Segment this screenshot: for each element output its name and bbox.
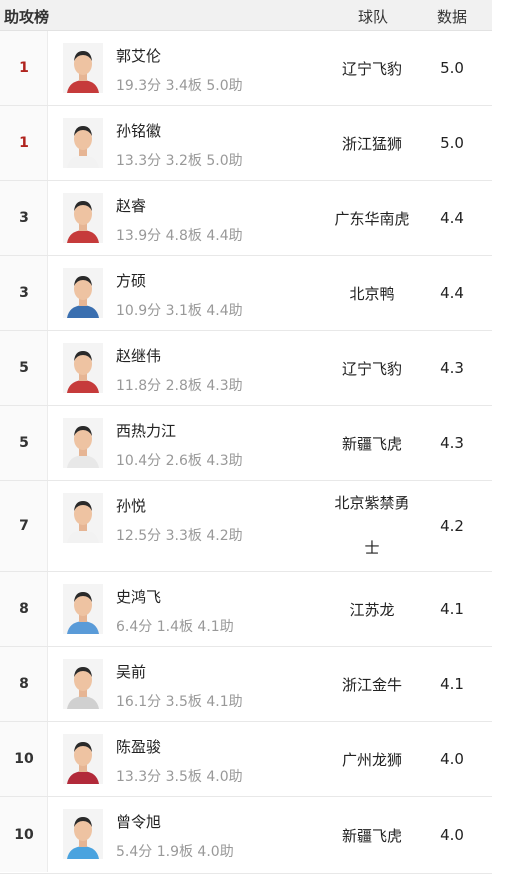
rank-number: 5 bbox=[19, 359, 29, 376]
player-stats: 16.1分 3.5板 4.1助 bbox=[116, 694, 243, 710]
rank-number: 8 bbox=[19, 600, 29, 617]
rank-number: 3 bbox=[19, 209, 29, 226]
player-avatar[interactable] bbox=[63, 809, 103, 859]
player-stats: 13.3分 3.2板 5.0助 bbox=[116, 153, 243, 169]
assist-value: 4.3 bbox=[440, 433, 464, 452]
rank-number: 10 bbox=[14, 750, 34, 767]
assist-value: 4.1 bbox=[440, 599, 464, 618]
table-header: 助攻榜 球队 数据 bbox=[0, 0, 492, 31]
player-stats: 6.4分 1.4板 4.1助 bbox=[116, 619, 234, 635]
rank-number: 1 bbox=[19, 59, 29, 76]
assist-value: 4.1 bbox=[440, 674, 464, 693]
assist-value: 4.0 bbox=[440, 825, 464, 844]
player-stats: 12.5分 3.3板 4.2助 bbox=[116, 528, 243, 544]
table-row[interactable]: 8 史鸿飞 6.4分 1.4板 4.1助 江苏龙 4.1 bbox=[0, 572, 492, 647]
table-row[interactable]: 7 孙悦 12.5分 3.3板 4.2助 北京紫禁勇士 4.2 bbox=[0, 481, 492, 572]
rank-number: 1 bbox=[19, 134, 29, 151]
table-row[interactable]: 10 陈盈骏 13.3分 3.5板 4.0助 广州龙狮 4.0 bbox=[0, 722, 492, 797]
table-row[interactable]: 1 孙铭徽 13.3分 3.2板 5.0助 浙江猛狮 5.0 bbox=[0, 106, 492, 181]
player-avatar[interactable] bbox=[63, 659, 103, 709]
player-name[interactable]: 方硕 bbox=[116, 270, 146, 291]
team-name[interactable]: 辽宁飞豹 bbox=[328, 47, 416, 92]
team-name[interactable]: 新疆飞虎 bbox=[328, 422, 416, 467]
player-name[interactable]: 史鸿飞 bbox=[116, 586, 161, 607]
player-stats: 5.4分 1.9板 4.0助 bbox=[116, 844, 234, 860]
player-name[interactable]: 曾令旭 bbox=[116, 811, 161, 832]
player-avatar[interactable] bbox=[63, 118, 103, 168]
leaderboard-title: 助攻榜 bbox=[4, 8, 50, 26]
rank-number: 10 bbox=[14, 826, 34, 843]
assist-value: 4.0 bbox=[440, 749, 464, 768]
team-name[interactable]: 广东华南虎 bbox=[328, 197, 416, 242]
team-name[interactable]: 浙江猛狮 bbox=[328, 122, 416, 167]
team-column-header[interactable]: 球队 bbox=[358, 6, 388, 27]
assist-value: 4.4 bbox=[440, 283, 464, 302]
table-row[interactable]: 5 赵继伟 11.8分 2.8板 4.3助 辽宁飞豹 4.3 bbox=[0, 331, 492, 406]
player-stats: 10.9分 3.1板 4.4助 bbox=[116, 303, 243, 319]
player-name[interactable]: 孙悦 bbox=[116, 495, 146, 516]
player-list: 1 郭艾伦 19.3分 3.4板 5.0助 辽宁飞豹 5.0 1 孙铭徽 13.3分 3.2板… bbox=[0, 31, 492, 874]
player-avatar[interactable] bbox=[63, 268, 103, 318]
assist-leaderboard: 助攻榜 球队 数据 1 郭艾伦 19.3分 3.4板 5.0助 辽宁飞豹 5.0 1 孙铭徽… bbox=[0, 0, 492, 874]
player-avatar[interactable] bbox=[63, 43, 103, 93]
player-name[interactable]: 西热力江 bbox=[116, 420, 176, 441]
rank-number: 8 bbox=[19, 675, 29, 692]
table-row[interactable]: 1 郭艾伦 19.3分 3.4板 5.0助 辽宁飞豹 5.0 bbox=[0, 31, 492, 106]
table-row[interactable]: 8 吴前 16.1分 3.5板 4.1助 浙江金牛 4.1 bbox=[0, 647, 492, 722]
team-name[interactable]: 北京鸭 bbox=[328, 272, 416, 317]
team-name[interactable]: 北京紫禁勇士 bbox=[328, 481, 416, 571]
rank-number: 7 bbox=[19, 517, 29, 534]
assist-value: 5.0 bbox=[440, 58, 464, 77]
player-name[interactable]: 陈盈骏 bbox=[116, 736, 161, 757]
player-avatar[interactable] bbox=[63, 418, 103, 468]
player-name[interactable]: 郭艾伦 bbox=[116, 45, 161, 66]
team-name[interactable]: 江苏龙 bbox=[328, 588, 416, 633]
player-avatar[interactable] bbox=[63, 493, 103, 543]
player-stats: 13.3分 3.5板 4.0助 bbox=[116, 769, 243, 785]
assist-value: 5.0 bbox=[440, 133, 464, 152]
table-row[interactable]: 3 赵睿 13.9分 4.8板 4.4助 广东华南虎 4.4 bbox=[0, 181, 492, 256]
player-name[interactable]: 孙铭徽 bbox=[116, 120, 161, 141]
table-row[interactable]: 5 西热力江 10.4分 2.6板 4.3助 新疆飞虎 4.3 bbox=[0, 406, 492, 481]
player-avatar[interactable] bbox=[63, 584, 103, 634]
player-stats: 10.4分 2.6板 4.3助 bbox=[116, 453, 243, 469]
team-name[interactable]: 广州龙狮 bbox=[328, 738, 416, 783]
assist-value: 4.4 bbox=[440, 208, 464, 227]
player-name[interactable]: 赵继伟 bbox=[116, 345, 161, 366]
player-avatar[interactable] bbox=[63, 734, 103, 784]
player-stats: 19.3分 3.4板 5.0助 bbox=[116, 78, 243, 94]
player-avatar[interactable] bbox=[63, 343, 103, 393]
player-avatar[interactable] bbox=[63, 193, 103, 243]
player-stats: 13.9分 4.8板 4.4助 bbox=[116, 228, 243, 244]
player-name[interactable]: 赵睿 bbox=[116, 195, 146, 216]
rank-number: 5 bbox=[19, 434, 29, 451]
assist-value: 4.3 bbox=[440, 358, 464, 377]
player-stats: 11.8分 2.8板 4.3助 bbox=[116, 378, 243, 394]
team-name[interactable]: 辽宁飞豹 bbox=[328, 347, 416, 392]
table-row[interactable]: 10 曾令旭 5.4分 1.9板 4.0助 新疆飞虎 4.0 bbox=[0, 797, 492, 874]
rank-number: 3 bbox=[19, 284, 29, 301]
table-row[interactable]: 3 方硕 10.9分 3.1板 4.4助 北京鸭 4.4 bbox=[0, 256, 492, 331]
player-name[interactable]: 吴前 bbox=[116, 661, 146, 682]
data-column-header[interactable]: 数据 bbox=[437, 6, 467, 27]
team-name[interactable]: 浙江金牛 bbox=[328, 663, 416, 708]
assist-value: 4.2 bbox=[440, 516, 464, 535]
team-name[interactable]: 新疆飞虎 bbox=[328, 814, 416, 859]
